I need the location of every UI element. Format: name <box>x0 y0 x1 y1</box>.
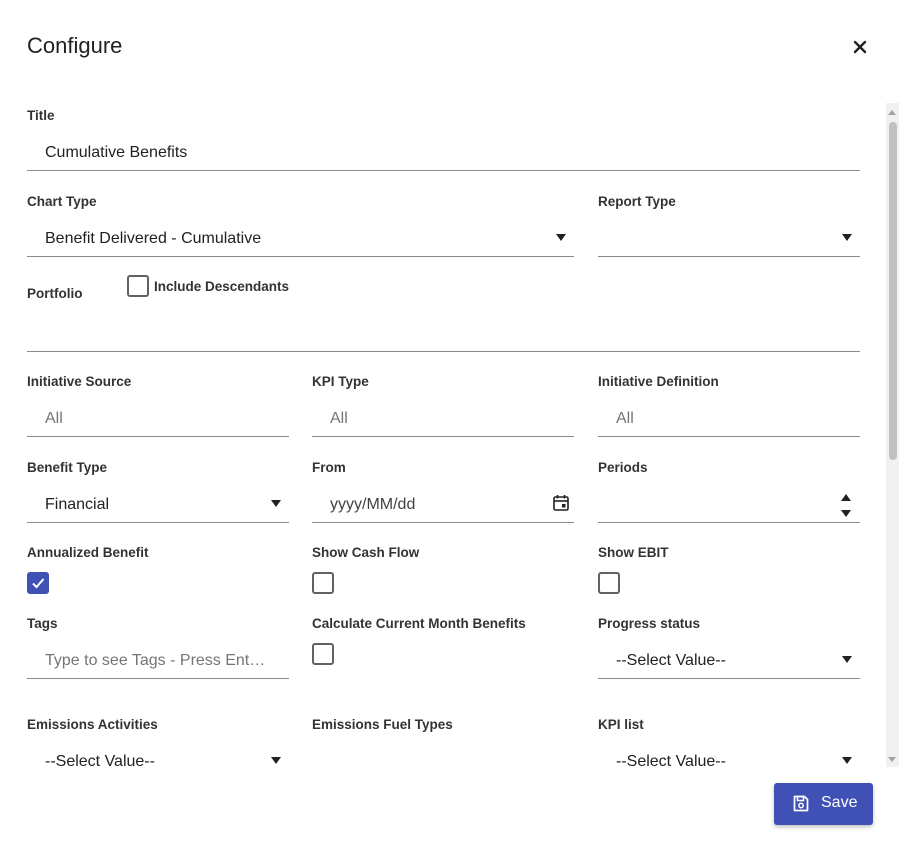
initiative-source-placeholder: All <box>45 410 63 427</box>
include-descendants-checkbox[interactable] <box>127 275 149 297</box>
initiative-source-label: Initiative Source <box>27 374 132 389</box>
progress-status-label: Progress status <box>598 616 701 631</box>
show-ebit-label: Show EBIT <box>598 545 669 560</box>
initiative-definition-placeholder: All <box>616 410 634 427</box>
portfolio-field[interactable] <box>27 316 860 352</box>
from-label: From <box>312 460 346 475</box>
chart-type-value: Benefit Delivered - Cumulative <box>45 230 262 247</box>
save-button[interactable]: Save <box>774 783 873 825</box>
calculate-current-month-label: Calculate Current Month Benefits <box>312 616 526 631</box>
chevron-down-icon <box>271 500 281 507</box>
chevron-down-icon <box>842 757 852 764</box>
kpi-type-input[interactable]: All <box>312 401 574 437</box>
kpi-list-select[interactable]: --Select Value-- <box>598 744 860 780</box>
initiative-definition-input[interactable]: All <box>598 401 860 437</box>
from-date-input[interactable]: yyyy/MM/dd <box>312 487 574 523</box>
number-spinner[interactable] <box>840 489 852 519</box>
progress-status-value: --Select Value-- <box>616 652 726 669</box>
initiative-source-input[interactable]: All <box>27 401 289 437</box>
scroll-up-arrow-icon[interactable] <box>888 110 896 115</box>
chevron-down-icon <box>842 234 852 241</box>
checkmark-icon <box>32 578 45 589</box>
annualized-benefit-label: Annualized Benefit <box>27 545 149 560</box>
chart-type-label: Chart Type <box>27 194 97 209</box>
benefit-type-value: Financial <box>45 496 110 513</box>
tags-placeholder: Type to see Tags - Press Enter ... <box>45 652 273 669</box>
dialog-title: Configure <box>27 33 123 58</box>
calendar-icon[interactable] <box>552 494 570 512</box>
title-label: Title <box>27 108 55 123</box>
kpi-type-placeholder: All <box>330 410 348 427</box>
chevron-down-icon <box>842 656 852 663</box>
periods-number-input[interactable] <box>598 487 860 523</box>
emissions-activities-value: --Select Value-- <box>45 753 155 770</box>
show-cash-flow-label: Show Cash Flow <box>312 545 420 560</box>
floppy-disk-icon <box>793 795 809 812</box>
save-label: Save <box>821 794 858 811</box>
spin-down-icon[interactable] <box>841 510 851 517</box>
include-descendants-label: Include Descendants <box>154 279 290 294</box>
scrollbar-thumb[interactable] <box>889 122 897 460</box>
emissions-fuel-types-select[interactable] <box>312 744 574 780</box>
tags-input[interactable]: Type to see Tags - Press Enter ... <box>27 643 289 679</box>
tags-label: Tags <box>27 616 58 631</box>
emissions-fuel-types-label: Emissions Fuel Types <box>312 717 453 732</box>
initiative-definition-label: Initiative Definition <box>598 374 719 389</box>
annualized-benefit-checkbox[interactable] <box>27 572 49 594</box>
benefit-type-select[interactable]: Financial <box>27 487 289 523</box>
emissions-activities-label: Emissions Activities <box>27 717 158 732</box>
close-icon[interactable] <box>848 35 872 59</box>
spin-up-icon[interactable] <box>841 494 851 501</box>
progress-status-select[interactable]: --Select Value-- <box>598 643 860 679</box>
kpi-list-label: KPI list <box>598 717 644 732</box>
from-date-placeholder: yyyy/MM/dd <box>330 496 416 513</box>
report-type-select[interactable] <box>598 221 860 257</box>
title-field[interactable]: Cumulative Benefits <box>27 135 860 171</box>
chevron-down-icon <box>271 757 281 764</box>
title-value: Cumulative Benefits <box>45 144 188 161</box>
chart-type-select[interactable]: Benefit Delivered - Cumulative <box>27 221 574 257</box>
show-cash-flow-checkbox[interactable] <box>312 572 334 594</box>
portfolio-label: Portfolio <box>27 286 83 301</box>
benefit-type-label: Benefit Type <box>27 460 108 475</box>
configure-dialog: Configure Title Cumulative Benefits Char… <box>0 0 899 850</box>
scroll-down-arrow-icon[interactable] <box>888 757 896 762</box>
show-ebit-checkbox[interactable] <box>598 572 620 594</box>
kpi-type-label: KPI Type <box>312 374 369 389</box>
chevron-down-icon <box>556 234 566 241</box>
kpi-list-value: --Select Value-- <box>616 753 726 770</box>
calculate-current-month-checkbox[interactable] <box>312 643 334 665</box>
report-type-label: Report Type <box>598 194 676 209</box>
emissions-activities-select[interactable]: --Select Value-- <box>27 744 289 780</box>
periods-label: Periods <box>598 460 648 475</box>
